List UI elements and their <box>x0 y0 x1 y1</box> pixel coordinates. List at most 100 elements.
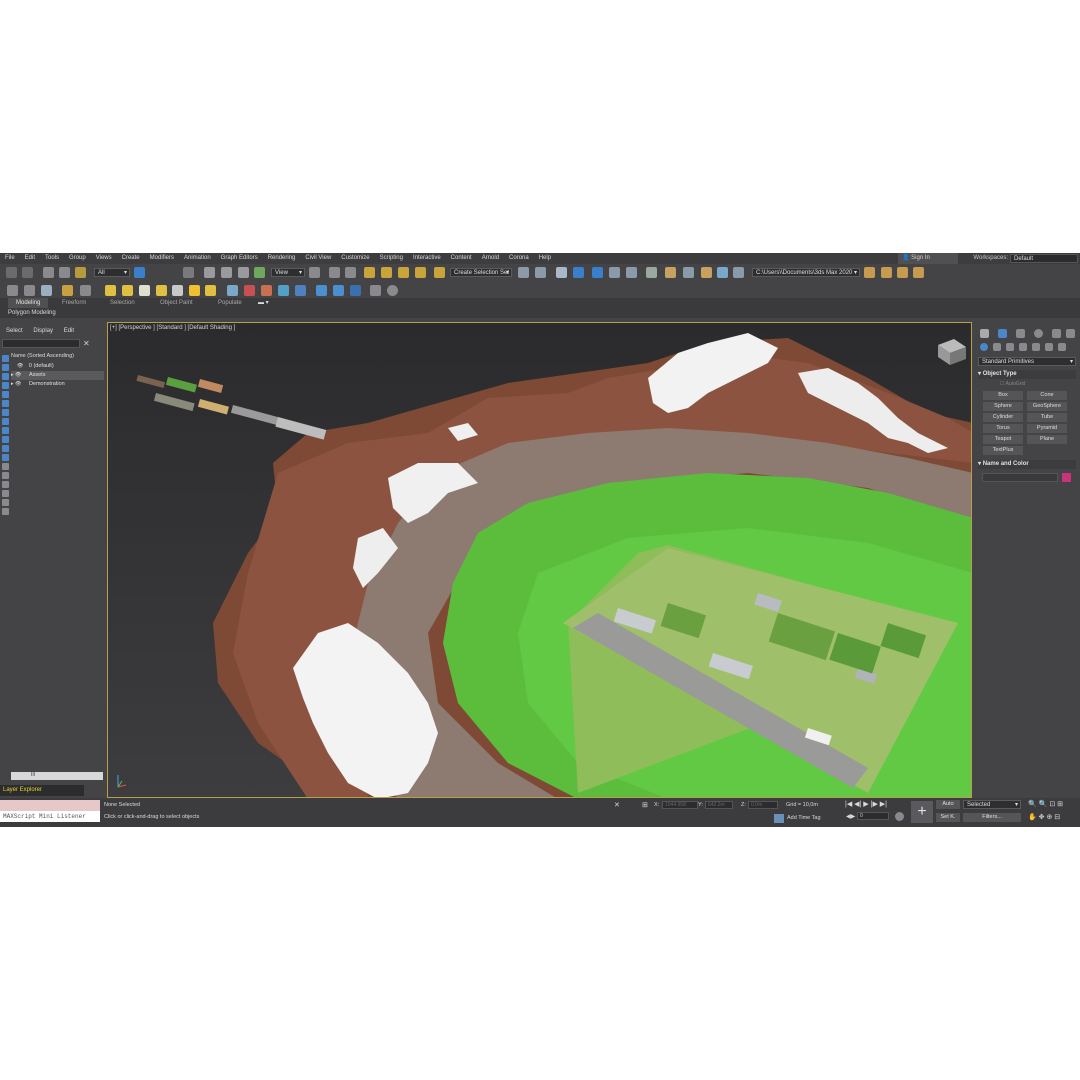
explorer-tab-display[interactable]: Display <box>33 328 53 334</box>
hierarchy-tab-icon[interactable] <box>1016 329 1025 338</box>
explorer-search-input[interactable] <box>2 339 80 348</box>
menu-content[interactable]: Content <box>446 253 477 264</box>
select-manipulate-icon[interactable] <box>329 267 340 278</box>
sphere-primitive-icon[interactable] <box>122 285 133 296</box>
filter-containers-icon[interactable] <box>2 436 9 443</box>
filter-frozen-icon[interactable] <box>2 445 9 452</box>
time-tag-icon[interactable] <box>774 814 784 823</box>
rotate-icon[interactable] <box>221 267 232 278</box>
ribbon-tab-freeform[interactable]: Freeform <box>62 298 86 308</box>
set-key-plus-icon[interactable]: + <box>911 801 933 823</box>
key-mode-icon[interactable]: ◀▶ <box>846 813 855 820</box>
filter-cameras-icon[interactable] <box>2 382 9 389</box>
menu-interactive[interactable]: Interactive <box>408 253 446 264</box>
menu-edit[interactable]: Edit <box>20 253 40 264</box>
sun-icon[interactable] <box>189 285 200 296</box>
torus-icon[interactable] <box>205 285 216 296</box>
cylinder-icon[interactable] <box>156 285 167 296</box>
filter-spacewarps-icon[interactable] <box>2 400 9 407</box>
cylinder-button[interactable]: Cylinder <box>983 413 1023 422</box>
expand-icon[interactable]: ▸ <box>11 381 14 387</box>
menu-scripting[interactable]: Scripting <box>375 253 408 264</box>
x-coordinate-field[interactable]: 1044.958 <box>662 801 698 809</box>
measure-icon[interactable] <box>370 285 381 296</box>
unlink-icon[interactable] <box>59 267 70 278</box>
environment-icon[interactable] <box>350 285 361 296</box>
explorer-tab-edit[interactable]: Edit <box>64 328 74 334</box>
key-filter-dropdown[interactable]: Selected <box>963 800 1021 810</box>
z-coordinate-field[interactable]: 0.0m <box>748 801 778 809</box>
display-tab-icon[interactable] <box>1052 329 1061 338</box>
sign-in-button[interactable]: 👤 Sign In <box>898 253 958 264</box>
filter-lights-icon[interactable] <box>2 373 9 380</box>
pivot-icon[interactable] <box>309 267 320 278</box>
selection-lock-icon[interactable]: ⊞ <box>642 801 648 809</box>
reference-coordinate-dropdown[interactable]: View <box>271 268 305 278</box>
archive-project-icon[interactable] <box>913 267 924 278</box>
mirror-icon[interactable] <box>518 267 529 278</box>
link-icon[interactable] <box>43 267 54 278</box>
maxscript-mini-listener[interactable]: MAXScript Mini Listener <box>0 811 100 822</box>
particles-icon[interactable] <box>227 285 238 296</box>
curve-editor-icon[interactable] <box>609 267 620 278</box>
cone-button[interactable]: Cone <box>1027 391 1067 400</box>
lock-cell-icon[interactable] <box>2 490 9 497</box>
filter-geometry-icon[interactable] <box>2 355 9 362</box>
menu-arnold[interactable]: Arnold <box>477 253 504 264</box>
close-icon[interactable]: ✕ <box>83 339 90 348</box>
cone-icon[interactable] <box>172 285 183 296</box>
spacewarps-category-icon[interactable] <box>1045 343 1053 351</box>
render-production-icon[interactable] <box>701 267 712 278</box>
utilities-tab-icon[interactable] <box>1066 329 1075 338</box>
rendered-frame-window-icon[interactable] <box>683 267 694 278</box>
menu-corona[interactable]: Corona <box>504 253 534 264</box>
plane-button[interactable]: Plane <box>1027 435 1067 444</box>
scroll-thumb[interactable]: III <box>31 772 35 778</box>
textplus-button[interactable]: TextPlus <box>983 446 1023 455</box>
snaps-toggle-icon[interactable] <box>364 267 375 278</box>
undo-icon[interactable] <box>6 267 17 278</box>
name-and-color-rollout[interactable]: ▾ Name and Color <box>978 460 1076 469</box>
systems-category-icon[interactable] <box>1058 343 1066 351</box>
viewport-navigation-icons[interactable]: 🔍 🔍 ⊡ ⊞ <box>1028 800 1063 808</box>
filter-xrefs-icon[interactable] <box>2 418 9 425</box>
menu-rendering[interactable]: Rendering <box>263 253 301 264</box>
filter-bones-icon[interactable] <box>2 427 9 434</box>
menu-help[interactable]: Help <box>534 253 556 264</box>
add-time-tag-button[interactable]: Add Time Tag <box>787 815 821 821</box>
percent-snap-icon[interactable] <box>398 267 409 278</box>
ribbon-options-icon[interactable]: ▬ ▾ <box>258 298 269 308</box>
ribbon-tab-populate[interactable]: Populate <box>218 298 242 308</box>
lights-category-icon[interactable] <box>1006 343 1014 351</box>
project-folder-dropdown[interactable]: C:\Users\\Documents\3ds Max 2020 <box>752 268 860 278</box>
isolate-selection-icon[interactable]: ✕ <box>614 801 620 809</box>
torus-button[interactable]: Torus <box>983 424 1023 433</box>
maxscript-listener-output[interactable] <box>0 800 100 811</box>
display-all-icon[interactable] <box>2 463 9 470</box>
material-balls-icon[interactable] <box>333 285 344 296</box>
explorer-tab-select[interactable]: Select <box>6 328 23 334</box>
set-key-button[interactable]: Set K. <box>936 813 960 822</box>
explorer-row[interactable]: 👁 0 (default) <box>11 362 104 371</box>
box-primitive-icon[interactable] <box>105 285 116 296</box>
layer-explorer-label[interactable]: Layer Explorer <box>0 785 84 796</box>
toggle-ribbon-icon[interactable] <box>592 267 603 278</box>
schematic-view-icon[interactable] <box>626 267 637 278</box>
expand-icon[interactable]: ▸ <box>11 372 14 378</box>
filter-hidden-icon[interactable] <box>2 454 9 461</box>
teapot-icon[interactable] <box>62 285 73 296</box>
invert-display-icon[interactable] <box>2 481 9 488</box>
menu-create[interactable]: Create <box>117 253 145 264</box>
menu-file[interactable]: File <box>0 253 20 264</box>
ribbon-tab-modeling[interactable]: Modeling <box>8 298 49 308</box>
help-icon[interactable] <box>387 285 398 296</box>
teapot-button[interactable]: Teapot <box>983 435 1023 444</box>
menu-views[interactable]: Views <box>91 253 117 264</box>
pyramid-button[interactable]: Pyramid <box>1027 424 1067 433</box>
explorer-row[interactable]: ▸ 👁 Assets <box>11 371 104 380</box>
camera-icon[interactable] <box>278 285 289 296</box>
eye-icon[interactable]: 👁 <box>17 363 23 369</box>
geosphere-button[interactable]: GeoSphere <box>1027 402 1067 411</box>
menu-animation[interactable]: Animation <box>179 253 216 264</box>
shapes-category-icon[interactable] <box>993 343 1001 351</box>
